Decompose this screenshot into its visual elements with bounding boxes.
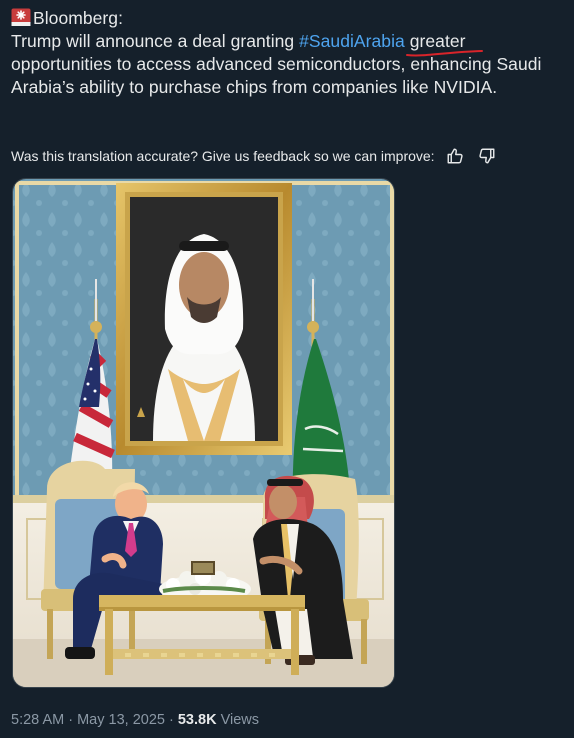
tweet-text: Bloomberg: Trump will announce a deal gr… xyxy=(11,7,571,99)
tweet-body-text-continued: opportunities to access advanced semicon… xyxy=(11,54,542,97)
tweet-body-text: Trump will announce a deal granting xyxy=(11,31,300,51)
post-date[interactable]: May 13, 2025 xyxy=(77,712,165,728)
meta-separator: · xyxy=(164,712,178,728)
meeting-photo-illustration xyxy=(13,179,394,687)
views-label: Views xyxy=(216,712,260,728)
police-siren-icon xyxy=(11,8,31,26)
translation-feedback-prompt: Was this translation accurate? Give us f… xyxy=(11,148,435,164)
tweet-detail: Bloomberg: Trump will announce a deal gr… xyxy=(0,0,574,738)
meta-separator: · xyxy=(64,712,78,728)
tweet-photo[interactable] xyxy=(12,178,395,688)
thumbs-up-icon[interactable] xyxy=(446,147,464,165)
translation-feedback: Was this translation accurate? Give us f… xyxy=(11,146,571,166)
post-time[interactable]: 5:28 AM xyxy=(11,712,64,728)
tweet-metadata: 5:28 AM · May 13, 2025 · 53.8K Views xyxy=(11,710,259,730)
thumbs-down-icon[interactable] xyxy=(478,147,496,165)
views-count: 53.8K xyxy=(177,712,217,728)
hashtag-link[interactable]: #SaudiArabia xyxy=(299,31,405,51)
author-label: Bloomberg: xyxy=(33,8,123,28)
underlined-word: greater xyxy=(405,30,483,57)
